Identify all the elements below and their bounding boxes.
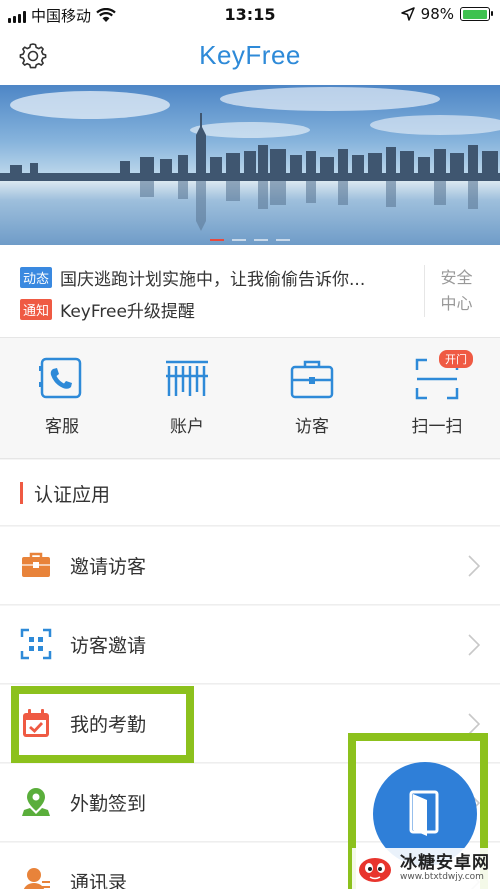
battery-level: [462, 9, 487, 19]
chevron-right-icon: [468, 634, 480, 656]
menu-item-label: 通讯录: [70, 872, 128, 889]
notice-row[interactable]: 通知 KeyFree升级提醒: [20, 297, 195, 322]
status-bar: 中国移动 13:15 98%: [0, 0, 500, 30]
chevron-right-icon: [468, 555, 480, 577]
carousel-dot[interactable]: [276, 239, 290, 241]
quick-action-label: 扫一扫: [411, 417, 463, 437]
menu-item-visitor-invitation[interactable]: 访客邀请: [0, 606, 500, 684]
quick-action-scan[interactable]: 开门 扫一扫: [387, 350, 487, 437]
notice-panel: 动态 国庆逃跑计划实施中，让我偷偷告诉你... 通知 KeyFree升级提醒 安…: [0, 245, 500, 338]
watermark: 冰糖安卓网 www.btxtdwjy.com: [352, 848, 500, 889]
quick-action-label: 账户: [170, 417, 204, 437]
carousel-dot[interactable]: [210, 239, 224, 241]
quick-actions: 客服 账户 访客 开门 扫一扫: [0, 338, 500, 459]
notice-tag: 通知: [20, 299, 53, 320]
notice-row[interactable]: 动态 国庆逃跑计划实施中，让我偷偷告诉你...: [20, 265, 365, 290]
status-right: 98%: [400, 5, 493, 23]
menu-item-label: 邀请访客: [70, 556, 147, 578]
menu-item-label: 访客邀请: [70, 635, 147, 657]
menu-item-label: 外勤签到: [70, 793, 147, 815]
banner-carousel[interactable]: [0, 85, 500, 245]
chevron-right-icon: [468, 713, 480, 735]
battery-percent: 98%: [420, 5, 454, 23]
watermark-logo-icon: [359, 857, 391, 882]
highlight-box-attendance: [11, 686, 194, 763]
notice-tag: 动态: [20, 267, 53, 288]
contact-icon: [23, 868, 50, 889]
watermark-url: www.btxtdwjy.com: [400, 871, 484, 882]
watermark-text-block: 冰糖安卓网 www.btxtdwjy.com: [400, 854, 490, 883]
carousel-dot[interactable]: [254, 239, 268, 241]
barcode-icon: [166, 360, 208, 396]
phone-icon: [39, 357, 82, 399]
location-arrow-icon: [400, 7, 415, 21]
safety-center-line1: 安全: [440, 268, 473, 287]
app-title: KeyFree: [199, 40, 301, 70]
city-skyline-image: [0, 87, 500, 231]
briefcase-icon: [22, 552, 50, 577]
watermark-title: 冰糖安卓网: [400, 853, 490, 874]
notice-text: 国庆逃跑计划实施中，让我偷偷告诉你...: [60, 270, 366, 290]
quick-action-customer-service[interactable]: 客服: [12, 356, 112, 437]
carousel-dot[interactable]: [232, 239, 246, 241]
carousel-indicator: [0, 239, 500, 241]
open-door-badge: 开门: [439, 350, 473, 368]
section-header: 认证应用: [0, 460, 500, 526]
qr-code-icon: [20, 628, 52, 660]
section-title: 认证应用: [34, 484, 111, 506]
location-pin-icon: [22, 788, 50, 816]
battery-icon: [460, 7, 493, 21]
app-header: KeyFree: [0, 30, 500, 85]
quick-action-account[interactable]: 账户: [137, 356, 237, 437]
quick-action-visitor[interactable]: 访客: [262, 356, 362, 437]
briefcase-icon: [290, 360, 334, 399]
quick-action-label: 客服: [45, 417, 79, 437]
safety-center-line2: 中心: [440, 294, 473, 313]
quick-action-label: 访客: [295, 417, 329, 437]
notice-text: KeyFree升级提醒: [60, 302, 195, 322]
menu-item-invite-visitor[interactable]: 邀请访客: [0, 527, 500, 605]
safety-center-button[interactable]: 安全 中心: [424, 265, 480, 317]
section-accent-bar: [20, 482, 23, 504]
